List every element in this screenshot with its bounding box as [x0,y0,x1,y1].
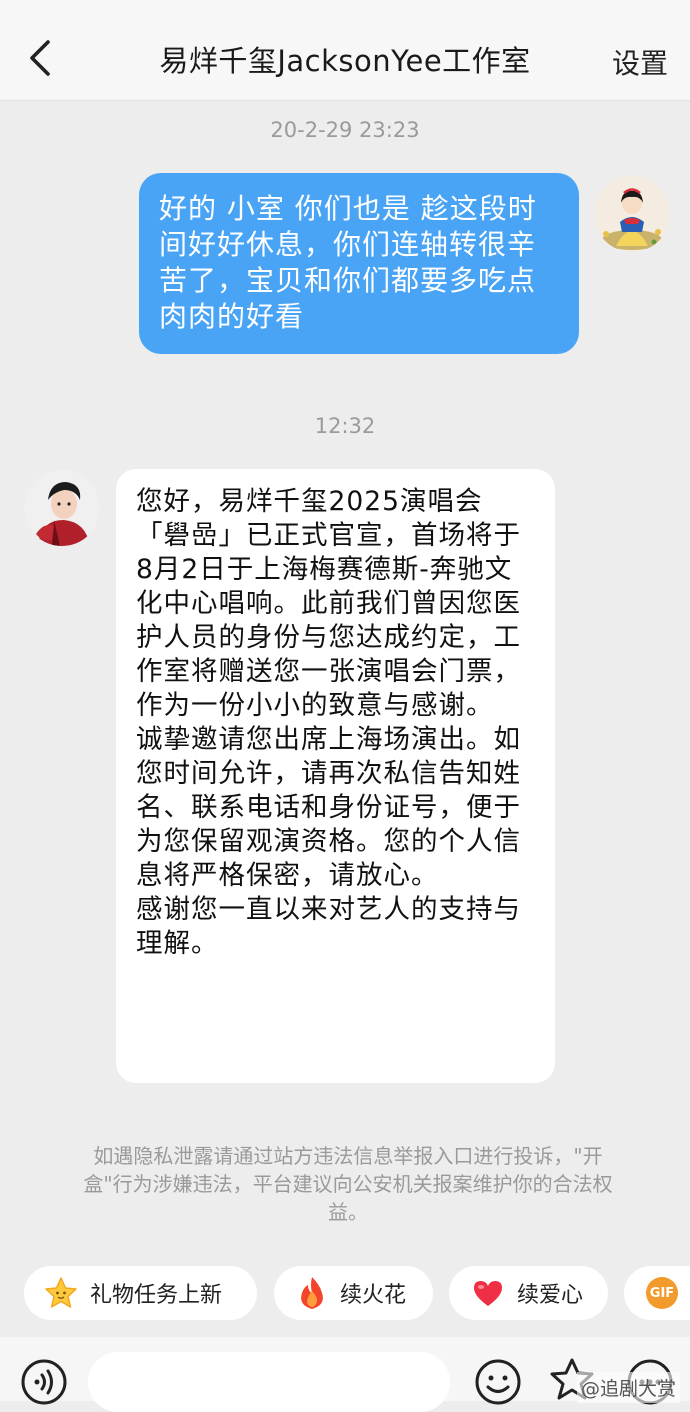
chat-title: 易烊千玺JacksonYee工作室 [159,44,531,78]
message-input[interactable] [88,1352,450,1412]
fire-icon [301,1277,323,1309]
watermark: @追剧大赏 [576,1372,680,1403]
love-chip[interactable]: 续爱心 [449,1266,608,1320]
heart-icon [474,1281,502,1306]
settings-button[interactable]: 设置 [612,42,668,82]
gift-task-chip[interactable]: 礼物任务上新 [24,1266,257,1320]
chip-label: 礼物任务上新 [90,1283,223,1308]
chat-header: 易烊千玺JacksonYee工作室 设置 [0,0,690,101]
incoming-message-bubble[interactable]: 您好，易烊千玺2025演唱会「礐嵒」已正式官宣，首场将于8月2日于上海梅赛德斯-… [116,469,555,1083]
contact-avatar[interactable] [24,470,100,546]
privacy-notice: 如遇隐私泄露请通过站方违法信息举报入口进行投诉，"开盒"行为涉嫌违法，平台建议向… [83,1144,613,1224]
star-icon [45,1277,77,1308]
voice-icon[interactable] [20,1358,68,1406]
timestamp: 12:32 [314,414,376,438]
gif-chip[interactable]: GIF [624,1266,690,1320]
emoji-icon[interactable] [474,1358,522,1406]
chip-label: 续爱心 [517,1283,584,1308]
chip-label: 续火花 [340,1283,407,1308]
spark-chip[interactable]: 续火花 [274,1266,433,1320]
my-avatar[interactable] [594,176,670,252]
gif-icon: GIF [646,1277,678,1309]
outgoing-message-bubble[interactable]: 好的 小室 你们也是 趁这段时间好好休息，你们连轴转很辛苦了，宝贝和你们都要多吃… [139,173,579,354]
timestamp: 20-2-29 23:23 [270,118,420,142]
